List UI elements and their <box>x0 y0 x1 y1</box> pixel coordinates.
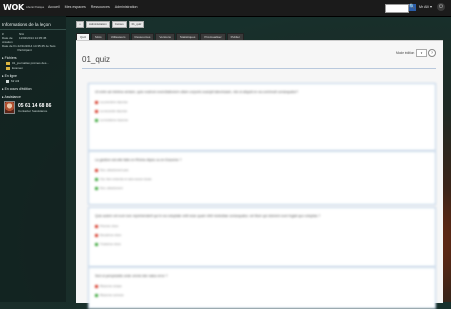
phone-number: 05 61 14 68 86 <box>18 102 52 109</box>
contact-link[interactable]: Contacter l'assistance <box>18 109 51 113</box>
section-folders[interactable]: ▸ Fichiers <box>0 56 66 60</box>
assistance-block: 05 61 14 68 86 Contacter l'assistance <box>0 101 66 114</box>
check-icon <box>95 186 98 190</box>
question-text: Ut enim ad minima veniam, quis nostrum e… <box>95 90 299 94</box>
section-online[interactable]: ▸ En ligne <box>0 74 66 78</box>
answer-item: Réponse correcte <box>95 293 435 297</box>
answer-item: Troisième choix <box>95 242 435 246</box>
question-card[interactable]: La gestion est-elle faite en Rhône-Alpes… <box>88 151 436 205</box>
user-menu[interactable]: Mr Alli <box>419 5 429 9</box>
answer-item: Oui, bien entendu et sans aucun doute <box>95 177 435 181</box>
power-icon[interactable]: ⏻ <box>437 3 445 11</box>
answer-item: La seconde réponse <box>95 109 435 113</box>
panel-title: Informations de la leçon <box>2 22 51 27</box>
folder-icon <box>6 66 10 70</box>
search-icon[interactable]: 🔍 <box>409 4 416 11</box>
cross-icon <box>95 224 98 228</box>
folder-item[interactable]: 01_journalisé prémes des... <box>0 61 66 65</box>
info-row: Date de fin 22/11/2014 14:35:45 Je Suis P… <box>2 44 56 52</box>
question-text: Sed ut perspiciatis unde omnis iste natu… <box>95 274 168 278</box>
top-bar: WOK Liberté Pratique Accueil Mes espaces… <box>0 0 451 17</box>
logo[interactable]: WOK Liberté Pratique <box>3 3 44 12</box>
nav-home[interactable]: Accueil <box>48 5 60 9</box>
section-editing[interactable]: ▸ En cours d'édition <box>0 87 66 91</box>
question-card[interactable]: Sed ut perspiciatis unde omnis iste natu… <box>88 267 436 309</box>
cross-icon <box>95 109 98 113</box>
question-card[interactable]: Ut enim ad minima veniam, quis nostrum e… <box>88 83 436 151</box>
question-card[interactable]: Quis autem vel eum iure reprehenderit qu… <box>88 207 436 267</box>
home-icon[interactable]: ⌂ <box>76 21 84 28</box>
logo-mark: WOK <box>3 3 24 12</box>
nav-resources[interactable]: Ressources <box>91 5 110 9</box>
answer-item: Non, absolument <box>95 186 435 190</box>
answer-item: La première réponse <box>95 100 435 104</box>
edit-mode-toggle[interactable]: ▾ <box>416 49 427 57</box>
breadcrumb-item[interactable]: Administration <box>86 21 110 28</box>
check-icon <box>95 118 98 122</box>
user-icon <box>6 79 9 83</box>
answer-item: Deuxième choix <box>95 233 435 237</box>
lesson-info-panel: Informations de la leçon # N/A Date de cr… <box>0 16 66 302</box>
chevron-down-icon[interactable]: ▾ <box>430 4 432 9</box>
breadcrumb-item[interactable]: Cursus <box>111 21 127 28</box>
page-title: 01_quiz <box>82 55 111 64</box>
question-text: La gestion est-elle faite en Rhône-Alpes… <box>95 158 182 162</box>
main-content: 01_quiz Mode édition ▾ ? Ut enim ad mini… <box>76 40 443 309</box>
cross-icon <box>95 233 98 237</box>
answer-item: Premier choix <box>95 224 435 228</box>
section-assistance[interactable]: ▸ Assistance <box>0 95 66 99</box>
online-user[interactable]: Mr Alli <box>0 79 66 83</box>
breadcrumb-item[interactable]: 01_quiz <box>128 21 145 28</box>
info-row: Date de création 11/02/2014 14:35:45 <box>2 36 47 44</box>
search-input[interactable] <box>385 4 409 13</box>
nav-my-spaces[interactable]: Mes espaces <box>65 5 86 9</box>
divider <box>0 29 66 30</box>
breadcrumb: ⌂ Administration Cursus 01_quiz <box>76 21 145 28</box>
answer-item: Réponse unique <box>95 284 435 288</box>
top-navigation: Accueil Mes espaces Ressources Administr… <box>48 5 138 9</box>
folder-item[interactable]: Examen <box>0 66 66 70</box>
folder-icon <box>6 61 10 65</box>
cross-icon <box>95 284 98 288</box>
check-icon <box>95 293 98 297</box>
question-text: Quis autem vel eum iure reprehenderit qu… <box>95 214 321 218</box>
cross-icon <box>95 100 98 104</box>
check-icon <box>95 242 98 246</box>
divider <box>82 68 436 69</box>
edit-mode-label: Mode édition <box>396 51 415 55</box>
answer-item: La troisième réponse <box>95 118 435 122</box>
logo-subtitle: Liberté Pratique <box>25 6 45 9</box>
help-icon[interactable]: ? <box>428 49 436 57</box>
avatar <box>4 101 15 114</box>
cross-icon <box>95 168 98 172</box>
nav-administration[interactable]: Administration <box>115 5 138 9</box>
check-icon <box>95 177 98 181</box>
answer-item: Non, absolument pas <box>95 168 435 172</box>
